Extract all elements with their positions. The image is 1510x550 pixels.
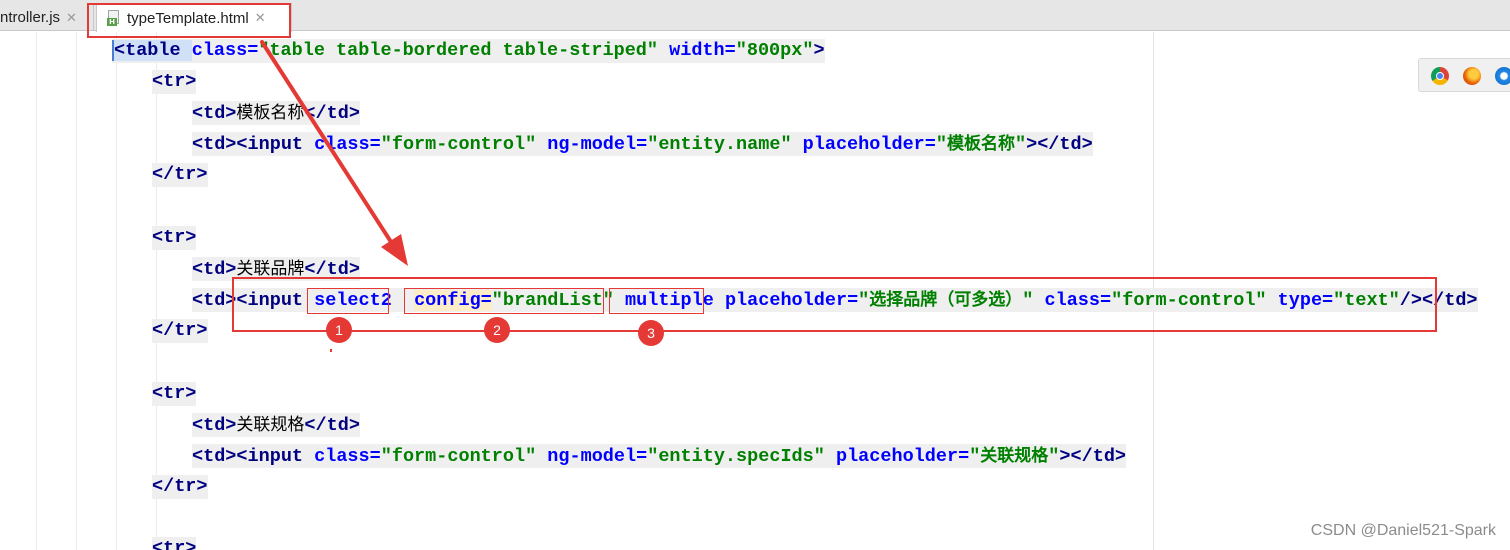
firefox-icon[interactable] (1463, 67, 1481, 85)
safari-icon[interactable] (1495, 67, 1510, 85)
chrome-icon[interactable] (1431, 67, 1449, 85)
browser-preview-bar (1418, 58, 1510, 92)
watermark: CSDN @Daniel521-Spark (1310, 522, 1496, 539)
annotation-arrow (260, 40, 408, 266)
